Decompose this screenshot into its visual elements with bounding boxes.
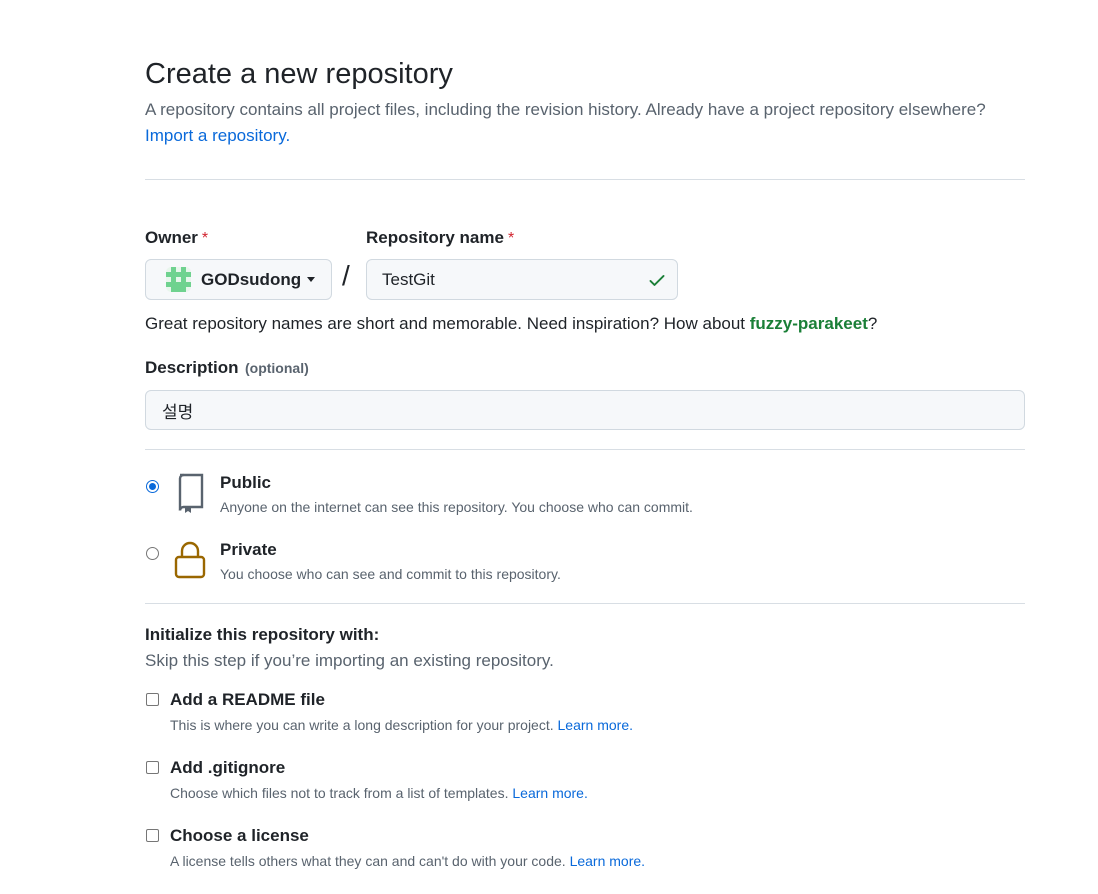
initialize-title: Initialize this repository with: xyxy=(145,625,380,644)
add-readme-label[interactable]: Add a README file xyxy=(170,690,325,710)
visibility-public-radio[interactable] xyxy=(146,480,159,493)
check-icon xyxy=(649,275,665,286)
add-gitignore-label[interactable]: Add .gitignore xyxy=(170,758,285,778)
add-gitignore-checkbox[interactable] xyxy=(146,761,159,774)
required-mark: * xyxy=(201,230,209,247)
page-subtitle: A repository contains all project files,… xyxy=(145,97,1025,149)
visibility-private-desc: You choose who can see and commit to thi… xyxy=(220,566,561,582)
identicon-avatar-icon xyxy=(166,267,191,292)
choose-license-desc-text: A license tells others what they can and… xyxy=(170,853,566,869)
caret-down-icon xyxy=(307,277,316,282)
lock-icon xyxy=(174,541,206,579)
repo-name-input[interactable]: TestGit xyxy=(366,259,678,300)
description-label: Description xyxy=(145,358,239,377)
bottom-edge xyxy=(0,889,1098,894)
visibility-private-title: Private xyxy=(220,540,277,559)
choose-license-desc: A license tells others what they can and… xyxy=(170,853,645,869)
optional-label: (optional) xyxy=(244,360,309,376)
description-value: 설명 xyxy=(162,402,194,422)
divider xyxy=(145,603,1025,604)
add-readme-desc-text: This is where you can write a long descr… xyxy=(170,717,554,733)
subtitle-text: A repository contains all project files,… xyxy=(145,100,986,119)
owner-dropdown[interactable]: GODsudong xyxy=(145,259,332,300)
name-suggestion[interactable]: fuzzy-parakeet xyxy=(750,314,868,333)
repo-name-label-row: Repository name * xyxy=(366,228,514,248)
new-repo-form: Create a new repository A repository con… xyxy=(145,56,1025,869)
description-input[interactable]: 설명 xyxy=(145,390,1025,430)
repo-book-icon xyxy=(178,473,204,513)
hint-text: Great repository names are short and mem… xyxy=(145,314,750,333)
owner-repo-separator: / xyxy=(342,260,350,291)
repo-name-value: TestGit xyxy=(382,269,435,289)
visibility-private-radio[interactable] xyxy=(146,547,159,560)
add-readme-checkbox[interactable] xyxy=(146,693,159,706)
add-gitignore-desc-text: Choose which files not to track from a l… xyxy=(170,785,509,801)
import-repository-link[interactable]: Import a repository. xyxy=(145,126,290,145)
add-gitignore-desc: Choose which files not to track from a l… xyxy=(170,785,588,801)
owner-label: Owner xyxy=(145,228,198,247)
page-title: Create a new repository xyxy=(145,58,453,90)
visibility-public-title: Public xyxy=(220,473,272,492)
owner-name: GODsudong xyxy=(201,269,302,289)
license-learn-more-link[interactable]: Learn more. xyxy=(570,853,645,869)
add-readme-desc: This is where you can write a long descr… xyxy=(170,717,633,733)
description-label-row: Description (optional) xyxy=(145,358,309,378)
divider xyxy=(145,179,1025,180)
choose-license-label[interactable]: Choose a license xyxy=(170,826,309,846)
choose-license-checkbox[interactable] xyxy=(146,829,159,842)
gitignore-learn-more-link[interactable]: Learn more. xyxy=(512,785,587,801)
required-mark: * xyxy=(507,230,515,247)
visibility-public-desc: Anyone on the internet can see this repo… xyxy=(220,499,693,515)
initialize-subtitle: Skip this step if you’re importing an ex… xyxy=(145,651,554,670)
divider xyxy=(145,449,1025,450)
repo-name-hint: Great repository names are short and mem… xyxy=(145,314,877,334)
repo-name-label: Repository name xyxy=(366,228,504,247)
readme-learn-more-link[interactable]: Learn more. xyxy=(558,717,633,733)
owner-label-row: Owner * xyxy=(145,228,208,248)
hint-text-end: ? xyxy=(867,314,878,333)
